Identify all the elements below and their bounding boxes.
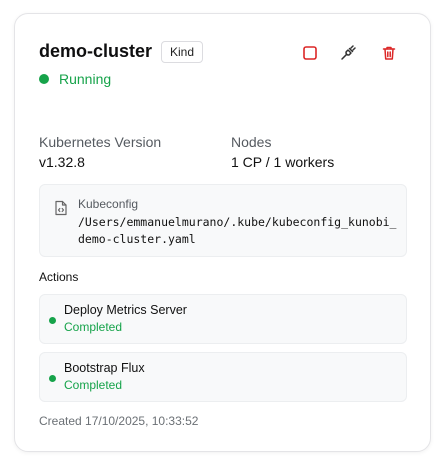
- kubeconfig-path[interactable]: /Users/emmanuelmurano/.kube/kubeconfig_k…: [78, 214, 400, 248]
- delete-button[interactable]: [380, 44, 398, 62]
- action-status-dot: [49, 375, 56, 382]
- nodes-value: 1 CP / 1 workers: [231, 154, 335, 170]
- created-timestamp: Created 17/10/2025, 10:33:52: [39, 414, 199, 428]
- kubeconfig-panel: Kubeconfig /Users/emmanuelmurano/.kube/k…: [39, 184, 407, 257]
- cluster-status: Running: [39, 71, 111, 87]
- action-name: Deploy Metrics Server: [64, 303, 187, 317]
- kubeconfig-label: Kubeconfig: [78, 197, 139, 211]
- action-status-dot: [49, 317, 56, 324]
- trash-icon: [382, 46, 396, 60]
- kind-badge: Kind: [161, 41, 204, 63]
- action-status: Completed: [64, 378, 123, 392]
- file-code-icon: [55, 200, 67, 216]
- k8s-version-label: Kubernetes Version: [39, 134, 162, 150]
- cluster-card: demo-cluster Kind Running Kubernetes Ver…: [14, 13, 431, 452]
- action-name: Bootstrap Flux: [64, 361, 145, 375]
- k8s-version-value: v1.32.8: [39, 154, 85, 170]
- nodes-label: Nodes: [231, 134, 272, 150]
- action-item-deploy-metrics-server: Deploy Metrics Server Completed: [39, 294, 407, 344]
- actions-heading: Actions: [39, 270, 79, 284]
- cluster-name: demo-cluster: [39, 41, 153, 61]
- action-item-bootstrap-flux: Bootstrap Flux Completed: [39, 352, 407, 402]
- stop-square-icon: [303, 46, 317, 60]
- connect-button[interactable]: [339, 44, 357, 62]
- plug-icon: [341, 45, 356, 60]
- stop-button[interactable]: [301, 44, 319, 62]
- status-dot: [39, 74, 49, 84]
- action-status: Completed: [64, 320, 123, 334]
- status-text: Running: [59, 71, 112, 87]
